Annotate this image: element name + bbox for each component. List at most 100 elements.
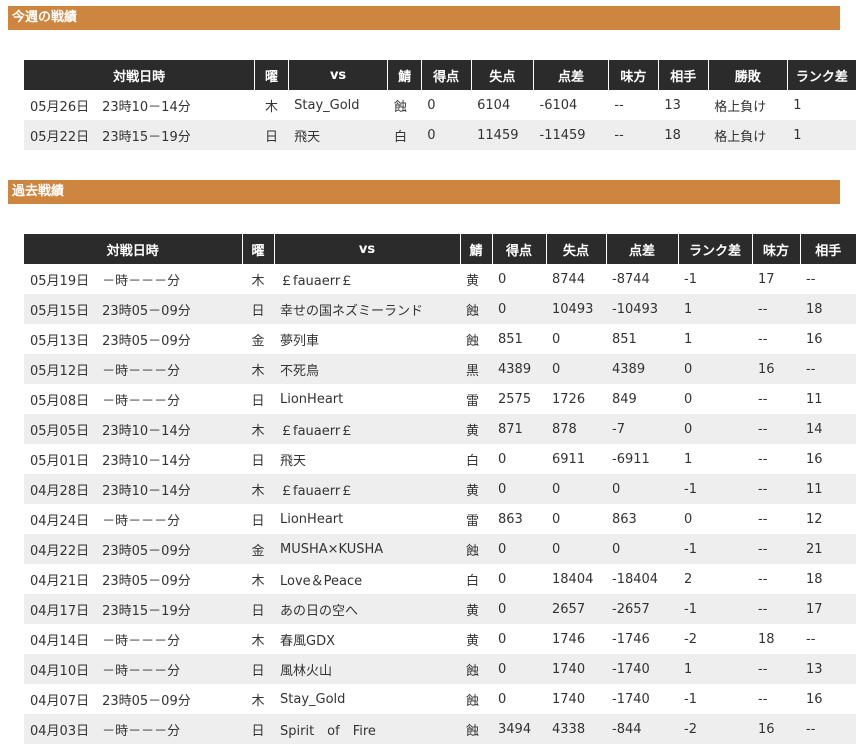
table-cell: 0: [492, 294, 546, 324]
table-cell: 蝕: [460, 684, 492, 714]
table-cell: 木: [242, 684, 274, 714]
column-header: ランク差: [678, 234, 753, 264]
table-row: 05月01日 23時10－14分日飛天白 0 6911 -6911 1 -- 16: [24, 444, 856, 474]
table-cell: --: [752, 504, 800, 534]
this-week-header: 今週の戦績: [8, 6, 840, 30]
column-header: 相手: [658, 60, 709, 90]
table-cell: 日: [242, 384, 274, 414]
table-row: 04月14日 －時－－－分木春風GDX 黄 0 1746 -1746 -2 18 --: [24, 624, 856, 654]
table-cell: --: [608, 90, 659, 120]
table-cell: 1: [678, 654, 752, 684]
table-cell: 18404: [546, 564, 606, 594]
table-cell: -11459: [533, 120, 609, 150]
table-cell: 雷: [460, 504, 492, 534]
table-cell: 蝕: [460, 324, 492, 354]
table-cell: 0: [546, 534, 606, 564]
table-cell: --: [752, 534, 800, 564]
table-cell: LionHeart: [274, 504, 460, 534]
table-cell: 04月21日 23時05－09分: [24, 564, 242, 594]
column-header: 失点: [546, 234, 607, 264]
table-cell: 木: [242, 354, 274, 384]
table-cell: --: [752, 474, 800, 504]
table-cell: 日: [242, 654, 274, 684]
table-row: 04月17日 23時15－19分日あの日の空へ黄 0 2657 -2657 -1 -- 17: [24, 594, 856, 624]
table-cell: Spirit of Fire: [274, 714, 460, 744]
table-cell: 0: [546, 504, 606, 534]
table-cell: -1740: [606, 684, 678, 714]
table-cell: 16: [752, 714, 800, 744]
table-cell: 0: [678, 384, 752, 414]
table-cell: -1: [678, 264, 752, 294]
table-row: 05月13日 23時05－09分金夢列車蝕 851 0 851 1 -- 16: [24, 324, 856, 354]
table-cell: 木: [242, 474, 274, 504]
table-cell: 0: [606, 534, 678, 564]
column-header: 勝敗: [708, 60, 788, 90]
table-cell: 日: [242, 504, 274, 534]
table-cell: 風林火山: [274, 654, 460, 684]
table-cell: --: [752, 564, 800, 594]
table-cell: 05月15日 23時05－09分: [24, 294, 242, 324]
column-header: 点差: [606, 234, 679, 264]
table-cell: 格上負け: [708, 90, 788, 120]
table-cell: 13: [658, 90, 709, 120]
table-cell: 16: [752, 354, 800, 384]
table-cell: 04月17日 23時15－19分: [24, 594, 242, 624]
table-cell: 白: [460, 564, 492, 594]
table-cell: 木: [242, 564, 274, 594]
table-cell: 0: [678, 504, 752, 534]
table-cell: 1: [678, 294, 752, 324]
table-cell: 幸せの国ネズミーランド: [274, 294, 460, 324]
table-cell: ￡fauaerr￡: [274, 414, 460, 444]
table-cell: MUSHA×KUSHA: [274, 534, 460, 564]
table-cell: 黄: [460, 624, 492, 654]
table-cell: 2657: [546, 594, 606, 624]
table-cell: 05月01日 23時10－14分: [24, 444, 242, 474]
table-cell: 1746: [546, 624, 606, 654]
table-cell: あの日の空へ: [274, 594, 460, 624]
table-cell: 0: [492, 564, 546, 594]
table-cell: 10493: [546, 294, 606, 324]
column-header: 点差: [533, 60, 609, 90]
table-cell: 04月22日 23時05－09分: [24, 534, 242, 564]
table-cell: -1: [678, 534, 752, 564]
table-cell: 0: [546, 354, 606, 384]
table-cell: --: [752, 654, 800, 684]
table-row: 04月10日 －時－－－分日風林火山蝕 0 1740 -1740 1 -- 13: [24, 654, 856, 684]
table-cell: -2: [678, 624, 752, 654]
table-cell: 春風GDX: [274, 624, 460, 654]
table-cell: 6104: [471, 90, 534, 120]
table-cell: 18: [752, 624, 800, 654]
table-cell: 不死鳥: [274, 354, 460, 384]
table-cell: -6104: [533, 90, 609, 120]
column-header: 鯖: [460, 234, 493, 264]
table-cell: 0: [678, 414, 752, 444]
this-week-table: 対戦日時曜 vs 鯖得点 失点 点差 味方 相手 勝敗 ランク差 05月26日 23時10－14…: [24, 60, 856, 150]
table-row: 05月15日 23時05－09分日幸せの国ネズミーランド蝕 0 10493 -1049…: [24, 294, 856, 324]
column-header: 対戦日時: [24, 60, 256, 90]
table-cell: 黄: [460, 414, 492, 444]
table-cell: 金: [242, 324, 274, 354]
table-cell: 14: [800, 414, 856, 444]
table-cell: LionHeart: [274, 384, 460, 414]
table-cell: 04月14日 －時－－－分: [24, 624, 242, 654]
table-cell: --: [800, 624, 856, 654]
column-header: 得点: [421, 60, 472, 90]
column-header: vs: [288, 60, 389, 90]
table-cell: 1726: [546, 384, 606, 414]
table-cell: -10493: [606, 294, 678, 324]
table-cell: ￡fauaerr￡: [274, 264, 460, 294]
table-cell: -8744: [606, 264, 678, 294]
table-cell: --: [752, 684, 800, 714]
table-cell: --: [752, 444, 800, 474]
table-cell: 0: [546, 324, 606, 354]
table-cell: --: [752, 294, 800, 324]
table-row: 04月28日 23時10－14分木 ￡fauaerr￡ 黄 0 0 0 -1 -- 11: [24, 474, 856, 504]
table-cell: 11459: [471, 120, 534, 150]
table-cell: --: [752, 594, 800, 624]
table-cell: 0: [492, 594, 546, 624]
table-row: 05月26日 23時10－14分木 Stay_Gold 蝕 0 6104 -6104 -- 1…: [24, 90, 856, 120]
table-cell: -1: [678, 594, 752, 624]
table-cell: 4338: [546, 714, 606, 744]
table-cell: 05月08日 －時－－－分: [24, 384, 242, 414]
table-cell: 1740: [546, 684, 606, 714]
